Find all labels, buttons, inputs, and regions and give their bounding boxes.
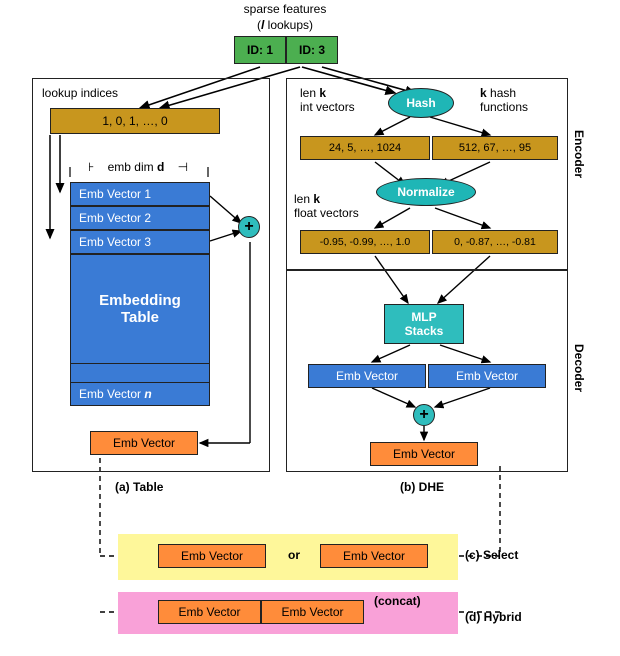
table-gap [70, 364, 210, 382]
lookup-title: lookup indices [42, 86, 118, 100]
embedding-table: Embedding Table [70, 254, 210, 364]
len-k-int: len kint vectors [300, 86, 355, 114]
top-subtitle: (l lookups) [200, 18, 370, 32]
emb-row-n: Emb Vector n [70, 382, 210, 406]
left-caption: (a) Table [115, 480, 163, 494]
hybrid-concat: (concat) [374, 594, 421, 608]
norm-out2: 0, -0.87, …, -0.81 [432, 230, 558, 254]
encoder-label: Encoder [572, 130, 586, 178]
right-caption: (b) DHE [400, 480, 444, 494]
sub-suf: lookups) [264, 18, 313, 32]
mlp-out2: Emb Vector [428, 364, 546, 388]
select-emb2: Emb Vector [320, 544, 428, 568]
hash-out1: 24, 5, …, 1024 [300, 136, 430, 160]
hybrid-emb2: Emb Vector [261, 600, 364, 624]
mlp-out1: Emb Vector [308, 364, 426, 388]
len-k-float: len kfloat vectors [294, 192, 359, 220]
mlp-stacks: MLP Stacks [384, 304, 464, 344]
norm-out1: -0.95, -0.99, …, 1.0 [300, 230, 430, 254]
decoder-label: Decoder [572, 344, 586, 392]
emb-dim-label: ⊦ emb dim d ⊣ [88, 160, 188, 175]
id3-box: ID: 3 [286, 36, 338, 64]
select-or: or [288, 548, 300, 562]
emb-row-2: Emb Vector 2 [70, 206, 210, 230]
right-plus: + [413, 404, 435, 426]
emb-row-3: Emb Vector 3 [70, 230, 210, 254]
select-caption: (c) Select [465, 548, 518, 562]
hybrid-caption: (d) Hybrid [465, 610, 522, 624]
lookup-values: 1, 0, 1, …, 0 [50, 108, 220, 134]
left-out-emb: Emb Vector [90, 431, 198, 455]
hash-node: Hash [388, 88, 454, 118]
top-title: sparse features [200, 2, 370, 16]
hybrid-emb1: Emb Vector [158, 600, 261, 624]
emb-row-1: Emb Vector 1 [70, 182, 210, 206]
normalize-node: Normalize [376, 178, 476, 206]
left-plus: + [238, 216, 260, 238]
right-out-emb: Emb Vector [370, 442, 478, 466]
hash-out2: 512, 67, …, 95 [432, 136, 558, 160]
select-emb1: Emb Vector [158, 544, 266, 568]
k-hash: k hashfunctions [480, 86, 528, 114]
id1-box: ID: 1 [234, 36, 286, 64]
